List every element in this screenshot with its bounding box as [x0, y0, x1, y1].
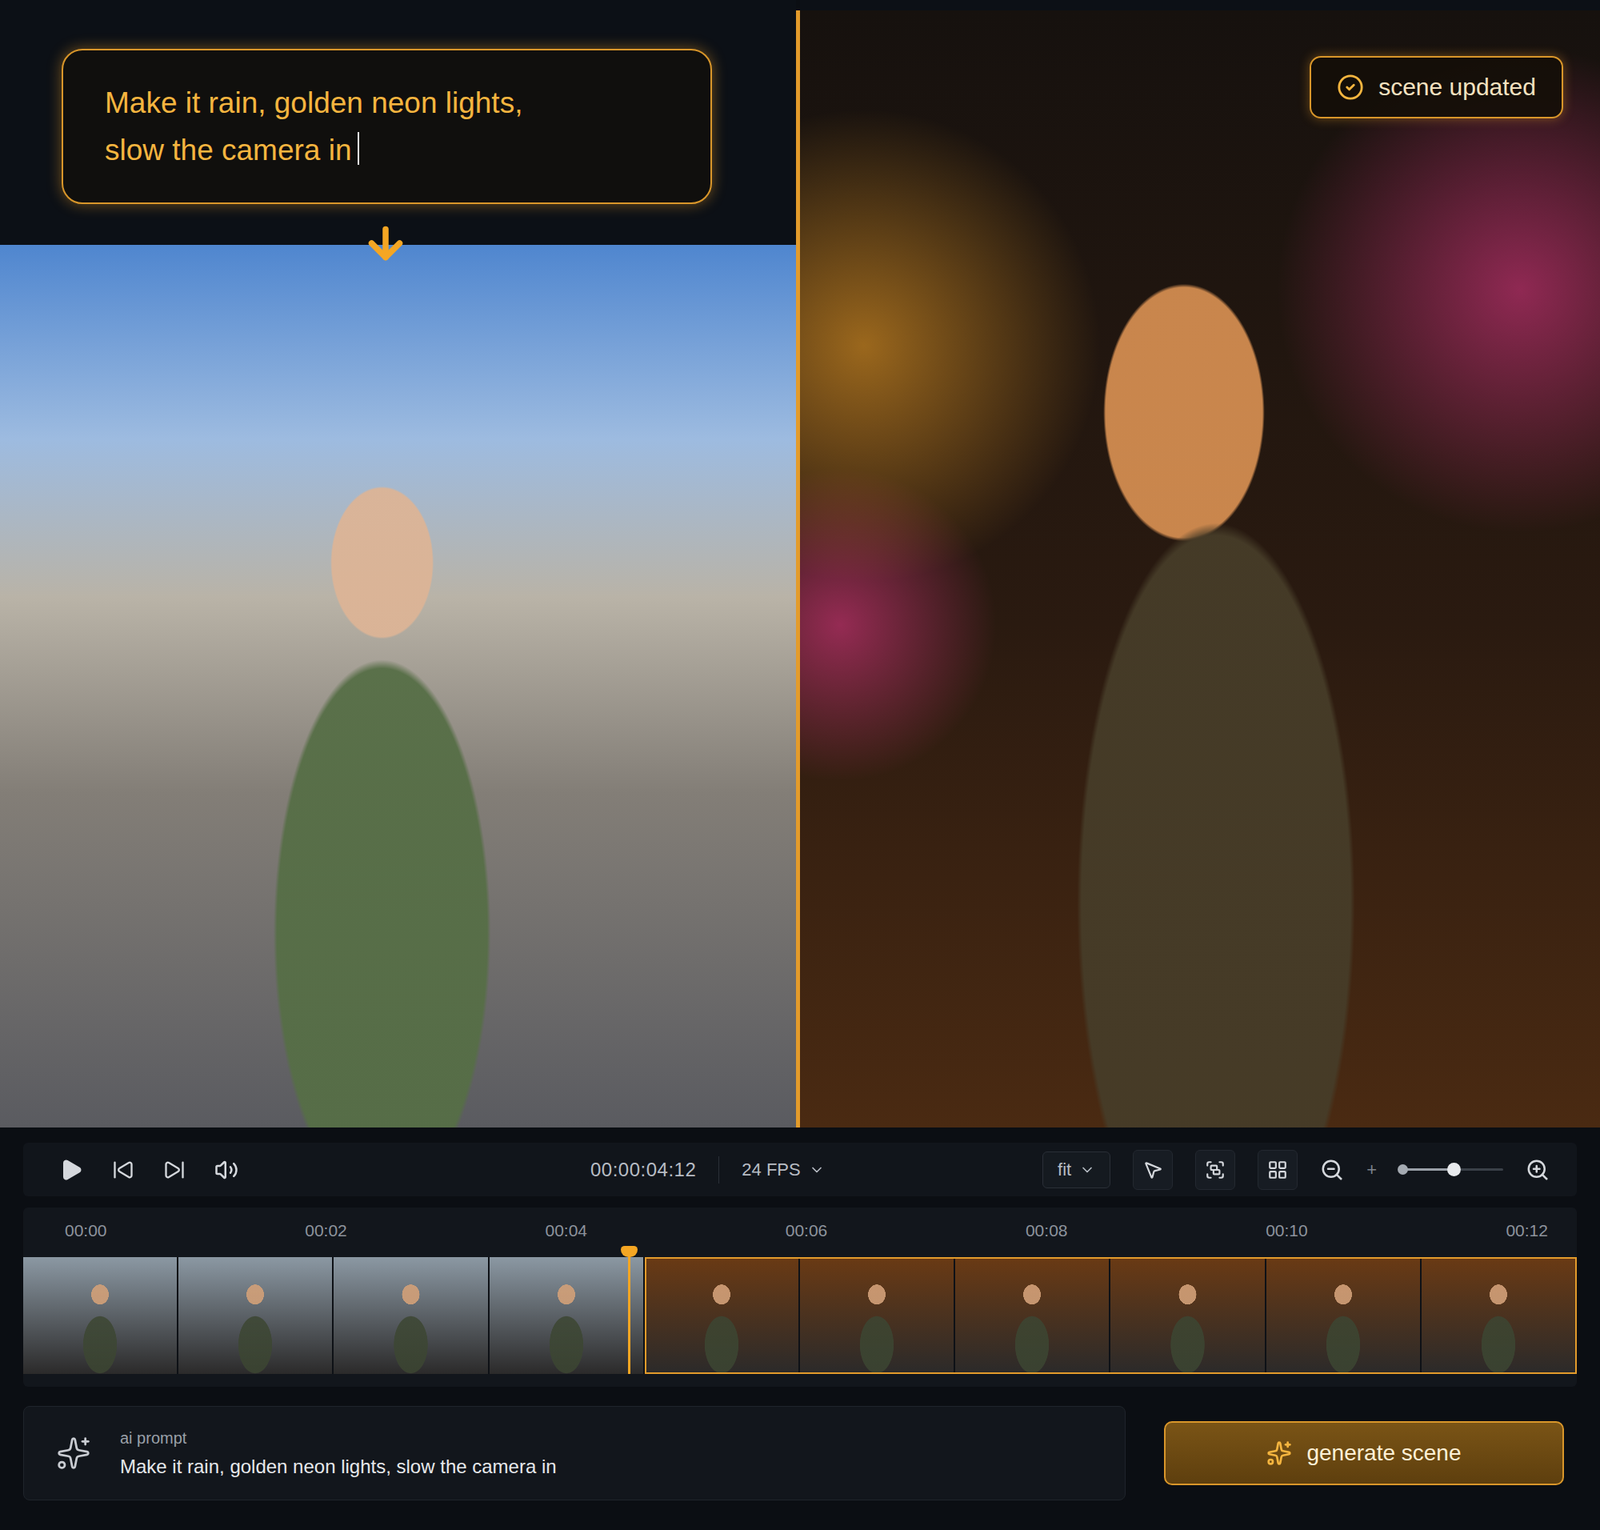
- clip[interactable]: [644, 1256, 1577, 1374]
- prompt-texts: ai prompt Make it rain, golden neon light…: [120, 1428, 557, 1478]
- ai-prompt-field[interactable]: ai prompt Make it rain, golden neon light…: [23, 1405, 1126, 1500]
- select-tool-button[interactable]: [1132, 1149, 1173, 1190]
- clip-frame: [800, 1256, 956, 1374]
- playhead-handle[interactable]: [620, 1245, 638, 1257]
- sparkles-icon: [56, 1435, 92, 1471]
- check-icon: [1336, 73, 1364, 101]
- previous-button[interactable]: [112, 1158, 135, 1181]
- control-bar: 00:00:04:12 24 FPS fit +: [23, 1142, 1577, 1196]
- transport-controls: [59, 1157, 239, 1182]
- timecode: 00:00:04:12: [590, 1158, 696, 1181]
- ruler-tick: 00:12: [1505, 1220, 1548, 1240]
- clip-frame: [1266, 1256, 1422, 1374]
- clip-frame: [644, 1256, 800, 1374]
- prompt-header: Make it rain, golden neon lights,slow th…: [0, 0, 796, 245]
- clip-track: [23, 1256, 1577, 1374]
- clip-frame: [489, 1256, 645, 1374]
- prompt-line: Make it rain, golden neon lights,: [104, 79, 669, 127]
- ruler-tick: 00:04: [544, 1220, 588, 1240]
- volume-button[interactable]: [214, 1157, 239, 1182]
- after-column: scene updated: [800, 0, 1600, 1128]
- badge-label: scene updated: [1378, 73, 1536, 101]
- time-group: 00:00:04:12 24 FPS: [590, 1156, 825, 1184]
- clip-frame: [1110, 1256, 1266, 1374]
- status-badge: scene updated: [1309, 56, 1564, 119]
- prompt-overlay[interactable]: Make it rain, golden neon lights,slow th…: [61, 48, 712, 204]
- prompt-value: Make it rain, golden neon lights, slow t…: [120, 1455, 557, 1478]
- volume-icon: [214, 1157, 239, 1182]
- after-frame: [800, 10, 1600, 1128]
- prompt-label: ai prompt: [120, 1428, 557, 1448]
- clip-frame: [333, 1256, 489, 1374]
- chevron-down-icon: [1079, 1161, 1096, 1178]
- zoom-out-button[interactable]: [1320, 1157, 1344, 1182]
- grid-icon: [1267, 1159, 1288, 1180]
- ruler-tick: 00:02: [304, 1220, 348, 1240]
- generate-scene-button[interactable]: generate scene: [1164, 1420, 1564, 1485]
- chevron-down-icon: [808, 1161, 825, 1178]
- pointer-icon: [1142, 1159, 1164, 1180]
- zoom-slider[interactable]: [1399, 1163, 1504, 1176]
- ruler-tick: 00:00: [64, 1220, 108, 1240]
- group-tool-button[interactable]: [1195, 1149, 1236, 1190]
- before-frame: [0, 244, 796, 1128]
- next-button[interactable]: [163, 1158, 186, 1181]
- zoom-out-icon: [1320, 1157, 1344, 1182]
- video-editor: Make it rain, golden neon lights,slow th…: [0, 0, 1600, 1530]
- text-cursor: [357, 132, 360, 165]
- before-column: Make it rain, golden neon lights,slow th…: [0, 0, 796, 1128]
- ruler-tick: 00:10: [1265, 1220, 1308, 1240]
- zoom-in-button[interactable]: [1525, 1157, 1550, 1182]
- arrow-down-icon: [361, 219, 410, 272]
- clip[interactable]: [23, 1256, 645, 1374]
- play-icon: [59, 1157, 84, 1182]
- sparkles-icon: [1266, 1440, 1292, 1466]
- slider-knob[interactable]: [1447, 1162, 1461, 1176]
- arrow-down-icon: [361, 219, 410, 268]
- preview-stage: Make it rain, golden neon lights,slow th…: [0, 0, 1600, 1128]
- clip-frame: [178, 1256, 334, 1374]
- skip-back-icon: [112, 1158, 135, 1181]
- prompt-line: slow the camera in: [104, 126, 669, 174]
- view-tools: fit +: [1042, 1149, 1550, 1190]
- clip-frame: [23, 1256, 179, 1374]
- ruler-tick: 00:08: [1025, 1220, 1068, 1240]
- prompt-row: ai prompt Make it rain, golden neon light…: [23, 1405, 1577, 1500]
- grid-tool-button[interactable]: [1257, 1149, 1298, 1190]
- clip-frame: [955, 1256, 1111, 1374]
- play-button[interactable]: [59, 1157, 84, 1182]
- button-cell: generate scene: [1144, 1405, 1577, 1500]
- playhead[interactable]: [628, 1245, 631, 1374]
- skip-forward-icon: [163, 1158, 186, 1181]
- zoom-separator: +: [1366, 1159, 1377, 1180]
- separator: [718, 1156, 720, 1184]
- fps-dropdown[interactable]: 24 FPS: [741, 1159, 824, 1180]
- fit-dropdown[interactable]: fit: [1042, 1151, 1111, 1188]
- slider-start: [1397, 1164, 1408, 1175]
- group-icon: [1204, 1159, 1226, 1180]
- timeline: 00:00 00:02 00:04 00:06 00:08 00:10 00:12: [23, 1207, 1577, 1387]
- ruler-tick: 00:06: [785, 1220, 828, 1240]
- time-ruler: 00:00 00:02 00:04 00:06 00:08 00:10 00:12: [23, 1216, 1577, 1244]
- clip-frame: [1421, 1256, 1577, 1374]
- zoom-in-icon: [1525, 1157, 1550, 1182]
